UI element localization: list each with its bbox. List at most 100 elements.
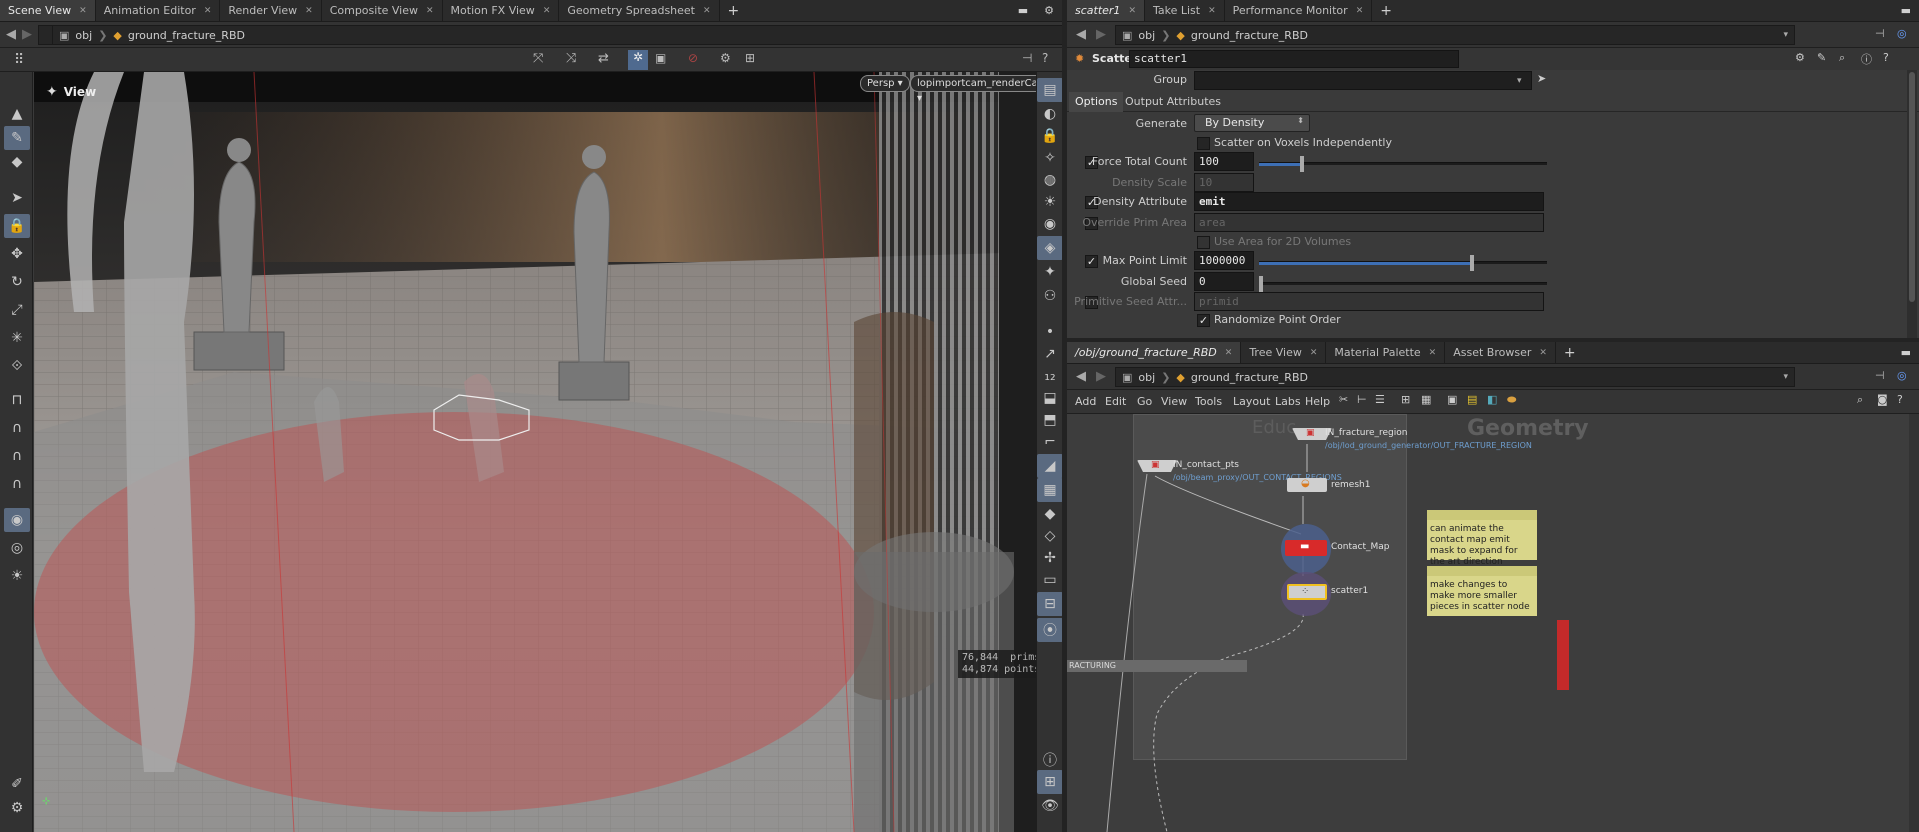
point-numbers-icon[interactable]: ₁₂ [1037,364,1063,388]
menu-help[interactable]: Help [1305,395,1330,408]
menu-tools[interactable]: Tools [1195,395,1222,408]
table-icon[interactable]: ▦ [1421,393,1431,406]
group-field[interactable] [1194,71,1532,90]
max-point-limit-field[interactable]: 1000000 [1194,251,1254,270]
wire-display-icon[interactable]: ▦ [1037,478,1063,502]
chevron-down-icon[interactable]: ▾ [1517,73,1522,86]
tab-geometry-spreadsheet[interactable]: Geometry Spreadsheet ✕ [559,0,720,21]
pane-menu-icon[interactable]: ▬ [1010,0,1036,21]
fracturing-box[interactable]: RACTURING [1067,660,1247,672]
tab-scatter1[interactable]: scatter1 ✕ [1067,0,1145,21]
pane-menu-icon[interactable]: ▬ [1893,342,1919,363]
image-icon[interactable]: ▣ [1447,393,1457,406]
slider-knob[interactable] [1470,255,1475,271]
color-palette-icon[interactable]: ◧ [1487,393,1497,406]
view-camera-icon[interactable]: ✦ [46,84,58,100]
force-total-slider[interactable] [1259,156,1547,172]
tab-options[interactable]: Options [1069,92,1124,112]
move-icon[interactable]: ✥ [4,242,30,266]
lock-view-icon[interactable]: 🔒 [1037,124,1063,148]
snap-icon[interactable]: ⤧ [533,51,543,66]
ghost-icon[interactable]: ◈ [1037,236,1063,260]
search-icon[interactable]: ⌕ [1857,393,1863,407]
select-arrow-icon[interactable]: ➤ [1537,72,1546,85]
view-tool-icon[interactable]: ◉ [4,508,30,532]
primitive-display-icon[interactable]: ⬓ [1037,386,1063,410]
pane-menu-icon[interactable]: ▬ [1893,0,1919,21]
template-icon[interactable]: ✦ [1037,260,1063,284]
display-mode-icon[interactable]: ▤ [1037,78,1063,102]
menu-add[interactable]: Add [1075,395,1096,408]
menu-view[interactable]: View [1161,395,1187,408]
close-icon[interactable]: ✕ [79,6,87,16]
lock-icon[interactable]: 🔒 [4,214,30,238]
close-icon[interactable]: ✕ [543,6,551,16]
camera-icon[interactable]: ◙ [1877,393,1888,406]
network-editor[interactable]: Educ... Geometry ▣ IN_fracture_region /o… [1067,414,1919,832]
close-icon[interactable]: ✕ [1429,348,1437,358]
perspective-menu[interactable]: Persp ▾ [860,75,910,92]
select-arrow-icon[interactable]: ➤ [4,186,30,210]
node-in-contact-pts[interactable]: ▣ [1137,460,1177,472]
transform-icon[interactable]: ⟐ [4,354,30,378]
help-icon[interactable]: ? [1897,393,1903,406]
grid-icon[interactable]: ⊞ [1401,393,1410,406]
xray-icon[interactable]: ✧ [1037,146,1063,170]
layout-icon[interactable]: ⊞ [1037,770,1063,794]
magnet-points-icon[interactable]: ∩ [4,444,30,468]
close-icon[interactable]: ✕ [426,6,434,16]
back-arrow-icon[interactable]: ◀ [1073,27,1089,42]
pin-icon[interactable]: ⊣ [1875,27,1885,40]
info-icon[interactable]: ⓘ [1861,51,1872,67]
shaded-display-icon[interactable]: ◆ [1037,502,1063,526]
shape-icon[interactable]: ⬬ [1507,393,1516,407]
light-toggle-icon[interactable]: ◐ [1037,102,1063,126]
link-icon[interactable]: ◎ [1897,27,1907,40]
snap-grid-icon[interactable]: ⤨ [566,51,576,66]
render-region-icon[interactable]: ✐ [4,772,30,796]
close-icon[interactable]: ✕ [1208,6,1216,16]
scene-icon[interactable]: ⚇ [1037,284,1063,308]
background-icon[interactable]: ◉ [1037,212,1063,236]
list-icon[interactable]: ☰ [1375,393,1385,406]
wrench-icon[interactable]: ✂ [1339,393,1348,406]
tree-icon[interactable]: ⊢ [1357,393,1367,406]
tab-asset-browser[interactable]: Asset Browser ✕ [1445,342,1556,363]
location-icon[interactable]: ⦿ [1037,618,1063,642]
help-icon[interactable]: ? [1883,51,1889,64]
menu-labs[interactable]: Labs [1275,395,1301,408]
tab-tree-view[interactable]: Tree View ✕ [1241,342,1327,363]
paint-brush-icon[interactable]: ✎ [1817,51,1826,64]
menu-layout[interactable]: Layout [1233,395,1270,408]
tab-material-palette[interactable]: Material Palette ✕ [1326,342,1446,363]
network-scrollbar[interactable] [1909,414,1919,832]
force-total-field[interactable]: 100 [1194,152,1254,171]
tab-motion-fx-view[interactable]: Motion FX View ✕ [443,0,560,21]
scrollbar-thumb[interactable] [1909,72,1915,302]
forward-arrow-icon[interactable]: ▶ [1093,27,1109,42]
no-entry-icon[interactable]: ⊘ [688,51,698,65]
camera-icon[interactable]: ◎ [4,536,30,560]
link-icon[interactable]: ◎ [1897,369,1907,382]
tab-composite-view[interactable]: Composite View ✕ [322,0,443,21]
back-arrow-icon[interactable]: ◀ [1073,369,1089,384]
chevron-down-icon[interactable]: ▾ [1783,30,1788,40]
param-scrollbar[interactable] [1907,70,1917,338]
node-remesh1[interactable]: ◒ [1287,478,1327,492]
forward-arrow-icon[interactable]: ▶ [22,27,32,42]
close-icon[interactable]: ✕ [204,6,212,16]
search-icon[interactable]: ⌕ [1839,51,1845,65]
close-icon[interactable]: ✕ [1310,348,1318,358]
rotate-icon[interactable]: ↻ [4,270,30,294]
frame-icon[interactable]: ▭ [1037,568,1063,592]
toggle-visibility-icon[interactable]: ✲ [628,50,648,70]
point-display-icon[interactable]: • [1037,320,1063,344]
back-arrow-icon[interactable]: ◀ [6,27,16,42]
tab-render-view[interactable]: Render View ✕ [220,0,322,21]
close-icon[interactable]: ✕ [1225,348,1233,358]
slider-knob[interactable] [1300,156,1305,172]
snap-magnet-icon[interactable]: ⊓ [4,388,30,412]
sticky-note-1[interactable]: can animate the contact map emit mask to… [1427,510,1537,567]
snap-points-icon[interactable]: ⇄ [598,51,609,66]
normal-display-icon[interactable]: ↗ [1037,342,1063,366]
